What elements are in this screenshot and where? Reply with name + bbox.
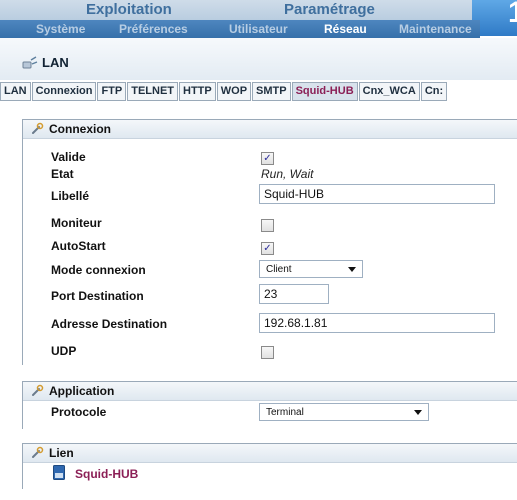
subtab-preferences[interactable]: Préférences [119,20,188,38]
page-title: LAN [42,55,69,70]
section-lien: Lien Squid-HUB [22,443,517,489]
subtab-maintenance[interactable]: Maintenance [399,20,472,38]
label-libelle: Libellé [51,189,90,203]
sub-tabs-bar: Système Préférences Utilisateur Réseau M… [0,20,480,38]
proto-tab-http[interactable]: HTTP [179,82,216,101]
section-header: Application [23,381,517,401]
label-protocole: Protocole [51,405,107,419]
file-icon [53,465,65,480]
subtab-systeme[interactable]: Système [36,20,85,38]
label-autostart: AutoStart [51,239,106,253]
lien-link[interactable]: Squid-HUB [75,467,138,481]
value-etat: Run, Wait [261,167,314,181]
dropdown-arrow-icon [414,410,422,415]
proto-tab-more[interactable]: Cn: [420,82,448,101]
label-mode-connexion: Mode connexion [51,263,146,277]
tab-exploitation[interactable]: Exploitation [86,0,172,20]
checkbox-valide[interactable]: ✓ [261,152,274,165]
section-title: Lien [49,446,74,460]
section-title: Connexion [49,122,111,136]
mode-connexion-select[interactable]: Client [259,260,363,278]
checkbox-udp[interactable] [261,346,274,359]
section-connexion: Connexion Valide ✓ Etat Run, Wait Libell… [22,119,517,365]
label-moniteur: Moniteur [51,216,102,230]
label-port-destination: Port Destination [51,289,144,303]
subtab-reseau[interactable]: Réseau [324,20,367,38]
network-icon [22,56,38,69]
label-udp: UDP [51,344,77,358]
top-tabs-bar: Exploitation Paramétrage [0,0,517,20]
wrench-icon [32,384,44,396]
proto-tab-smtp[interactable]: SMTP [252,82,291,101]
proto-tab-squid-hub[interactable]: Squid-HUB [291,82,358,101]
label-etat: Etat [51,167,74,181]
page-header: LAN [0,38,517,80]
subtab-utilisateur[interactable]: Utilisateur [229,20,288,38]
dropdown-arrow-icon [348,267,356,272]
wrench-icon [32,446,44,458]
checkbox-moniteur[interactable] [261,219,274,232]
port-destination-input[interactable]: 23 [259,284,329,304]
section-title: Application [49,384,115,398]
proto-tab-ftp[interactable]: FTP [97,82,127,101]
libelle-input[interactable]: Squid-HUB [259,184,495,204]
checkbox-autostart[interactable]: ✓ [261,242,274,255]
proto-tab-lan[interactable]: LAN [0,82,31,101]
proto-tab-telnet[interactable]: TELNET [127,82,179,101]
wrench-icon [32,122,44,134]
proto-tab-connexion[interactable]: Connexion [31,82,97,101]
label-adresse-destination: Adresse Destination [51,317,168,331]
protocol-tabs: LAN Connexion FTP TELNET HTTP WOP SMTP Squid-HU… [0,82,517,102]
protocole-value: Terminal [266,407,304,418]
protocole-select[interactable]: Terminal [259,403,429,421]
tab-parametrage[interactable]: Paramétrage [284,0,375,20]
proto-tab-wop[interactable]: WOP [216,82,252,101]
label-valide: Valide [51,150,86,164]
proto-tab-cnx-wca[interactable]: Cnx_WCA [358,82,420,101]
section-application: Application Protocole Terminal [22,381,517,429]
section-header: Connexion [23,119,517,139]
section-header: Lien [23,443,517,463]
mode-connexion-value: Client [266,264,292,275]
adresse-destination-input[interactable]: 192.68.1.81 [259,313,495,333]
step-badge-digit: 1 [508,0,517,29]
